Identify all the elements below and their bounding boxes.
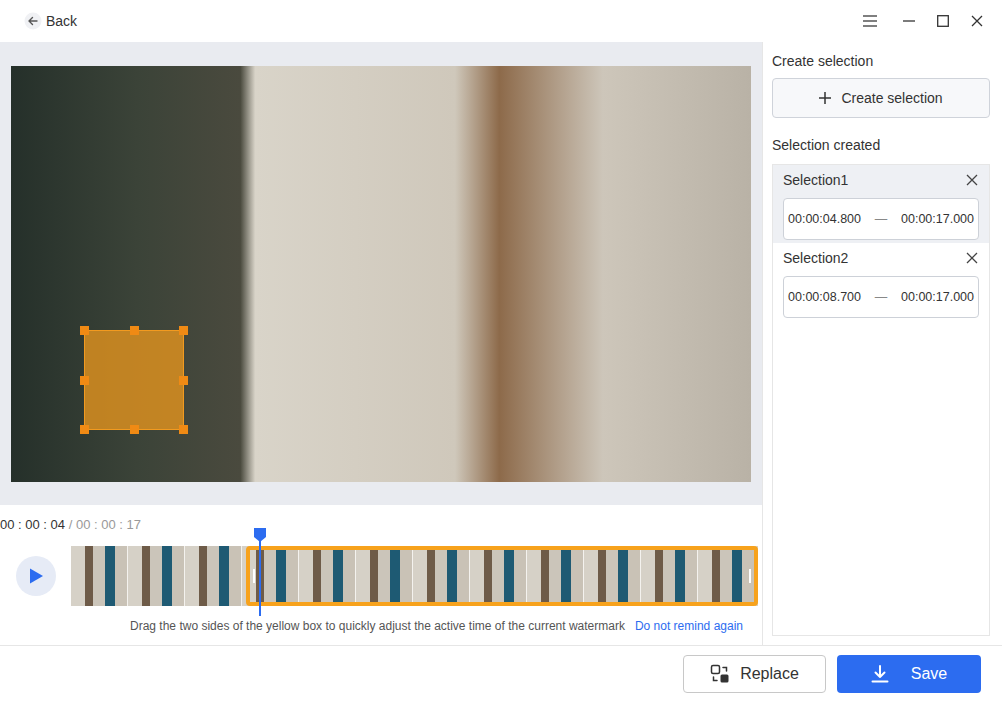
back-arrow-icon xyxy=(24,12,42,30)
create-heading: Create selection xyxy=(772,52,990,70)
resize-handle[interactable] xyxy=(179,326,188,335)
resize-handle[interactable] xyxy=(80,376,89,385)
close-icon xyxy=(971,15,983,27)
menu-icon xyxy=(863,15,877,27)
dismiss-hint-link[interactable]: Do not remind again xyxy=(635,618,743,634)
close-button[interactable] xyxy=(960,6,994,36)
resize-handle[interactable] xyxy=(130,326,139,335)
replace-label: Replace xyxy=(740,662,799,686)
action-bar: Replace Save xyxy=(0,645,1002,702)
start-time[interactable]: 00:00:08.700 xyxy=(788,288,861,307)
range-dash: — xyxy=(875,288,888,307)
resize-handle[interactable] xyxy=(179,376,188,385)
remove-selection-button[interactable] xyxy=(965,251,979,265)
replace-icon xyxy=(710,664,730,684)
resize-handle[interactable] xyxy=(179,425,188,434)
active-range-box[interactable] xyxy=(246,546,758,606)
maximize-button[interactable] xyxy=(926,6,960,36)
selection-label: Selection2 xyxy=(783,249,848,267)
end-time[interactable]: 00:00:17.000 xyxy=(901,210,974,229)
time-range-field[interactable]: 00:00:08.700 — 00:00:17.000 xyxy=(783,276,979,318)
range-dash: — xyxy=(875,210,888,229)
play-icon xyxy=(28,567,44,585)
replace-button[interactable]: Replace xyxy=(683,655,826,693)
range-end-handle[interactable] xyxy=(749,569,751,583)
time-readout: 00 : 00 : 04 / 00 : 00 : 17 xyxy=(0,517,762,533)
preview-area xyxy=(0,42,762,505)
close-icon xyxy=(966,174,978,186)
create-selection-label: Create selection xyxy=(841,88,942,109)
total-time: 00 : 00 : 17 xyxy=(76,517,141,532)
range-start-handle[interactable] xyxy=(253,569,255,583)
minimize-button[interactable] xyxy=(892,6,926,36)
save-label: Save xyxy=(911,662,947,686)
resize-handle[interactable] xyxy=(130,425,139,434)
remove-selection-button[interactable] xyxy=(965,173,979,187)
play-button[interactable] xyxy=(16,556,56,596)
create-selection-button[interactable]: Create selection xyxy=(772,78,990,118)
plus-icon xyxy=(819,92,831,104)
watermark-selection-box[interactable] xyxy=(84,330,184,430)
close-icon xyxy=(966,252,978,264)
selection-label: Selection1 xyxy=(783,171,848,189)
hint-text: Drag the two sides of the yellow box to … xyxy=(130,618,625,634)
playhead[interactable] xyxy=(259,528,261,616)
selection-panel: Create selection Create selection Select… xyxy=(762,42,1002,645)
time-separator: / xyxy=(69,517,73,532)
timeline-track[interactable] xyxy=(71,546,758,606)
save-button[interactable]: Save xyxy=(837,655,981,693)
created-heading: Selection created xyxy=(772,136,990,154)
back-button[interactable]: Back xyxy=(18,11,83,31)
end-time[interactable]: 00:00:17.000 xyxy=(901,288,974,307)
time-range-field[interactable]: 00:00:04.800 — 00:00:17.000 xyxy=(783,198,979,240)
timeline-panel: 00 : 00 : 04 / 00 : 00 : 17 xyxy=(0,505,762,645)
title-bar: Back xyxy=(0,0,1002,42)
playhead-marker-icon xyxy=(253,528,267,542)
download-icon xyxy=(871,665,889,683)
menu-button[interactable] xyxy=(853,6,887,36)
resize-handle[interactable] xyxy=(80,425,89,434)
maximize-icon xyxy=(937,15,949,27)
minimize-icon xyxy=(903,15,915,27)
video-preview xyxy=(11,66,751,482)
film-strip xyxy=(71,546,758,606)
back-label: Back xyxy=(46,12,77,30)
selection-item[interactable]: Selection2 00:00:08.700 — 00:00:17.000 xyxy=(773,243,989,321)
selection-item[interactable]: Selection1 00:00:04.800 — 00:00:17.000 xyxy=(773,165,989,243)
start-time[interactable]: 00:00:04.800 xyxy=(788,210,861,229)
current-time: 00 : 00 : 04 xyxy=(0,517,65,532)
resize-handle[interactable] xyxy=(80,326,89,335)
selection-list: Selection100:00:04.800—00:00:17.000Selec… xyxy=(772,164,990,636)
